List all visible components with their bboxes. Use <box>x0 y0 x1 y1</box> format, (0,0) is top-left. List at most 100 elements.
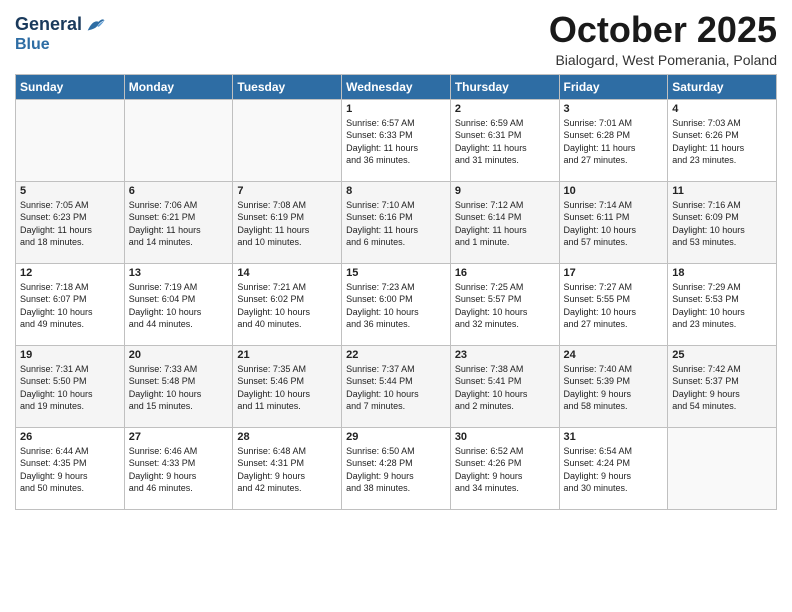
calendar-cell: 4 Sunrise: 7:03 AM Sunset: 6:26 PM Daylig… <box>668 99 777 181</box>
day-info: Sunrise: 6:48 AM Sunset: 4:31 PM Dayligh… <box>237 445 337 495</box>
calendar-cell: 12 Sunrise: 7:18 AM Sunset: 6:07 PM Dayli… <box>16 263 125 345</box>
day-info: Sunrise: 7:14 AM Sunset: 6:11 PM Dayligh… <box>564 199 664 249</box>
day-number: 4 <box>672 103 772 115</box>
calendar-week-row: 5 Sunrise: 7:05 AM Sunset: 6:23 PM Daylig… <box>16 181 777 263</box>
calendar-cell: 31 Sunrise: 6:54 AM Sunset: 4:24 PM Dayli… <box>559 427 668 509</box>
day-number: 29 <box>346 431 446 443</box>
day-info: Sunrise: 6:44 AM Sunset: 4:35 PM Dayligh… <box>20 445 120 495</box>
day-number: 22 <box>346 349 446 361</box>
calendar-cell: 13Sunrise: 7:19 AM Sunset: 6:04 PM Dayli… <box>124 263 233 345</box>
calendar-week-row: 19 Sunrise: 7:31 AM Sunset: 5:50 PM Dayli… <box>16 345 777 427</box>
day-number: 13 <box>129 267 229 279</box>
day-info: Sunrise: 7:29 AM Sunset: 5:53 PM Dayligh… <box>672 281 772 331</box>
title-block: October 2025 Bialogard, West Pomerania, … <box>549 10 777 68</box>
calendar-cell: 30 Sunrise: 6:52 AM Sunset: 4:26 PM Dayli… <box>450 427 559 509</box>
header: General Blue October 2025 Bialogard, Wes… <box>15 10 777 68</box>
day-info: Sunrise: 7:40 AM Sunset: 5:39 PM Dayligh… <box>564 363 664 413</box>
day-number: 3 <box>564 103 664 115</box>
calendar-cell: 16Sunrise: 7:25 AM Sunset: 5:57 PM Dayli… <box>450 263 559 345</box>
day-number: 8 <box>346 185 446 197</box>
calendar-cell <box>124 99 233 181</box>
day-number: 17 <box>564 267 664 279</box>
calendar-cell: 3 Sunrise: 7:01 AM Sunset: 6:28 PM Daylig… <box>559 99 668 181</box>
day-number: 31 <box>564 431 664 443</box>
col-friday: Friday <box>559 74 668 99</box>
calendar-cell: 26 Sunrise: 6:44 AM Sunset: 4:35 PM Dayli… <box>16 427 125 509</box>
day-number: 24 <box>564 349 664 361</box>
day-number: 1 <box>346 103 446 115</box>
day-info: Sunrise: 7:23 AM Sunset: 6:00 PM Dayligh… <box>346 281 446 331</box>
day-info: Sunrise: 7:38 AM Sunset: 5:41 PM Dayligh… <box>455 363 555 413</box>
day-number: 9 <box>455 185 555 197</box>
calendar-cell: 11Sunrise: 7:16 AM Sunset: 6:09 PM Dayli… <box>668 181 777 263</box>
calendar-cell: 20Sunrise: 7:33 AM Sunset: 5:48 PM Dayli… <box>124 345 233 427</box>
day-info: Sunrise: 7:27 AM Sunset: 5:55 PM Dayligh… <box>564 281 664 331</box>
logo-bird-icon <box>84 14 106 36</box>
day-number: 19 <box>20 349 120 361</box>
calendar-week-row: 1 Sunrise: 6:57 AM Sunset: 6:33 PM Daylig… <box>16 99 777 181</box>
calendar-cell: 8 Sunrise: 7:10 AM Sunset: 6:16 PM Daylig… <box>342 181 451 263</box>
day-info: Sunrise: 7:16 AM Sunset: 6:09 PM Dayligh… <box>672 199 772 249</box>
day-number: 20 <box>129 349 229 361</box>
day-number: 5 <box>20 185 120 197</box>
day-info: Sunrise: 7:18 AM Sunset: 6:07 PM Dayligh… <box>20 281 120 331</box>
calendar-cell: 1 Sunrise: 6:57 AM Sunset: 6:33 PM Daylig… <box>342 99 451 181</box>
col-tuesday: Tuesday <box>233 74 342 99</box>
logo: General Blue <box>15 14 106 54</box>
day-info: Sunrise: 6:52 AM Sunset: 4:26 PM Dayligh… <box>455 445 555 495</box>
calendar-cell: 27Sunrise: 6:46 AM Sunset: 4:33 PM Dayli… <box>124 427 233 509</box>
col-thursday: Thursday <box>450 74 559 99</box>
day-info: Sunrise: 7:08 AM Sunset: 6:19 PM Dayligh… <box>237 199 337 249</box>
day-info: Sunrise: 7:21 AM Sunset: 6:02 PM Dayligh… <box>237 281 337 331</box>
col-sunday: Sunday <box>16 74 125 99</box>
day-info: Sunrise: 7:25 AM Sunset: 5:57 PM Dayligh… <box>455 281 555 331</box>
calendar-cell: 21Sunrise: 7:35 AM Sunset: 5:46 PM Dayli… <box>233 345 342 427</box>
day-info: Sunrise: 6:54 AM Sunset: 4:24 PM Dayligh… <box>564 445 664 495</box>
day-info: Sunrise: 6:59 AM Sunset: 6:31 PM Dayligh… <box>455 117 555 167</box>
day-number: 7 <box>237 185 337 197</box>
col-wednesday: Wednesday <box>342 74 451 99</box>
day-number: 12 <box>20 267 120 279</box>
calendar-header-row: Sunday Monday Tuesday Wednesday Thursday… <box>16 74 777 99</box>
month-title: October 2025 <box>549 10 777 50</box>
calendar-cell: 18 Sunrise: 7:29 AM Sunset: 5:53 PM Dayli… <box>668 263 777 345</box>
day-number: 30 <box>455 431 555 443</box>
day-info: Sunrise: 6:50 AM Sunset: 4:28 PM Dayligh… <box>346 445 446 495</box>
calendar-cell: 6Sunrise: 7:06 AM Sunset: 6:21 PM Daylig… <box>124 181 233 263</box>
day-number: 23 <box>455 349 555 361</box>
day-number: 25 <box>672 349 772 361</box>
calendar-cell: 22Sunrise: 7:37 AM Sunset: 5:44 PM Dayli… <box>342 345 451 427</box>
day-number: 21 <box>237 349 337 361</box>
calendar-cell: 17 Sunrise: 7:27 AM Sunset: 5:55 PM Dayli… <box>559 263 668 345</box>
calendar-cell <box>668 427 777 509</box>
calendar-cell: 9 Sunrise: 7:12 AM Sunset: 6:14 PM Daylig… <box>450 181 559 263</box>
day-info: Sunrise: 7:01 AM Sunset: 6:28 PM Dayligh… <box>564 117 664 167</box>
calendar-cell: 28Sunrise: 6:48 AM Sunset: 4:31 PM Dayli… <box>233 427 342 509</box>
calendar-cell <box>233 99 342 181</box>
calendar-table: Sunday Monday Tuesday Wednesday Thursday… <box>15 74 777 510</box>
logo-text: General <box>15 15 82 35</box>
day-number: 2 <box>455 103 555 115</box>
day-info: Sunrise: 7:10 AM Sunset: 6:16 PM Dayligh… <box>346 199 446 249</box>
calendar-cell: 24 Sunrise: 7:40 AM Sunset: 5:39 PM Dayli… <box>559 345 668 427</box>
day-number: 14 <box>237 267 337 279</box>
calendar-week-row: 26 Sunrise: 6:44 AM Sunset: 4:35 PM Dayli… <box>16 427 777 509</box>
calendar-cell: 10Sunrise: 7:14 AM Sunset: 6:11 PM Dayli… <box>559 181 668 263</box>
col-monday: Monday <box>124 74 233 99</box>
col-saturday: Saturday <box>668 74 777 99</box>
day-info: Sunrise: 7:03 AM Sunset: 6:26 PM Dayligh… <box>672 117 772 167</box>
calendar-cell: 15Sunrise: 7:23 AM Sunset: 6:00 PM Dayli… <box>342 263 451 345</box>
calendar-cell: 19 Sunrise: 7:31 AM Sunset: 5:50 PM Dayli… <box>16 345 125 427</box>
calendar-cell: 25Sunrise: 7:42 AM Sunset: 5:37 PM Dayli… <box>668 345 777 427</box>
day-info: Sunrise: 7:12 AM Sunset: 6:14 PM Dayligh… <box>455 199 555 249</box>
calendar-cell <box>16 99 125 181</box>
day-number: 18 <box>672 267 772 279</box>
calendar-week-row: 12 Sunrise: 7:18 AM Sunset: 6:07 PM Dayli… <box>16 263 777 345</box>
day-number: 26 <box>20 431 120 443</box>
location-subtitle: Bialogard, West Pomerania, Poland <box>549 52 777 68</box>
calendar-cell: 29 Sunrise: 6:50 AM Sunset: 4:28 PM Dayli… <box>342 427 451 509</box>
day-info: Sunrise: 7:31 AM Sunset: 5:50 PM Dayligh… <box>20 363 120 413</box>
day-number: 6 <box>129 185 229 197</box>
day-info: Sunrise: 6:57 AM Sunset: 6:33 PM Dayligh… <box>346 117 446 167</box>
day-info: Sunrise: 7:05 AM Sunset: 6:23 PM Dayligh… <box>20 199 120 249</box>
